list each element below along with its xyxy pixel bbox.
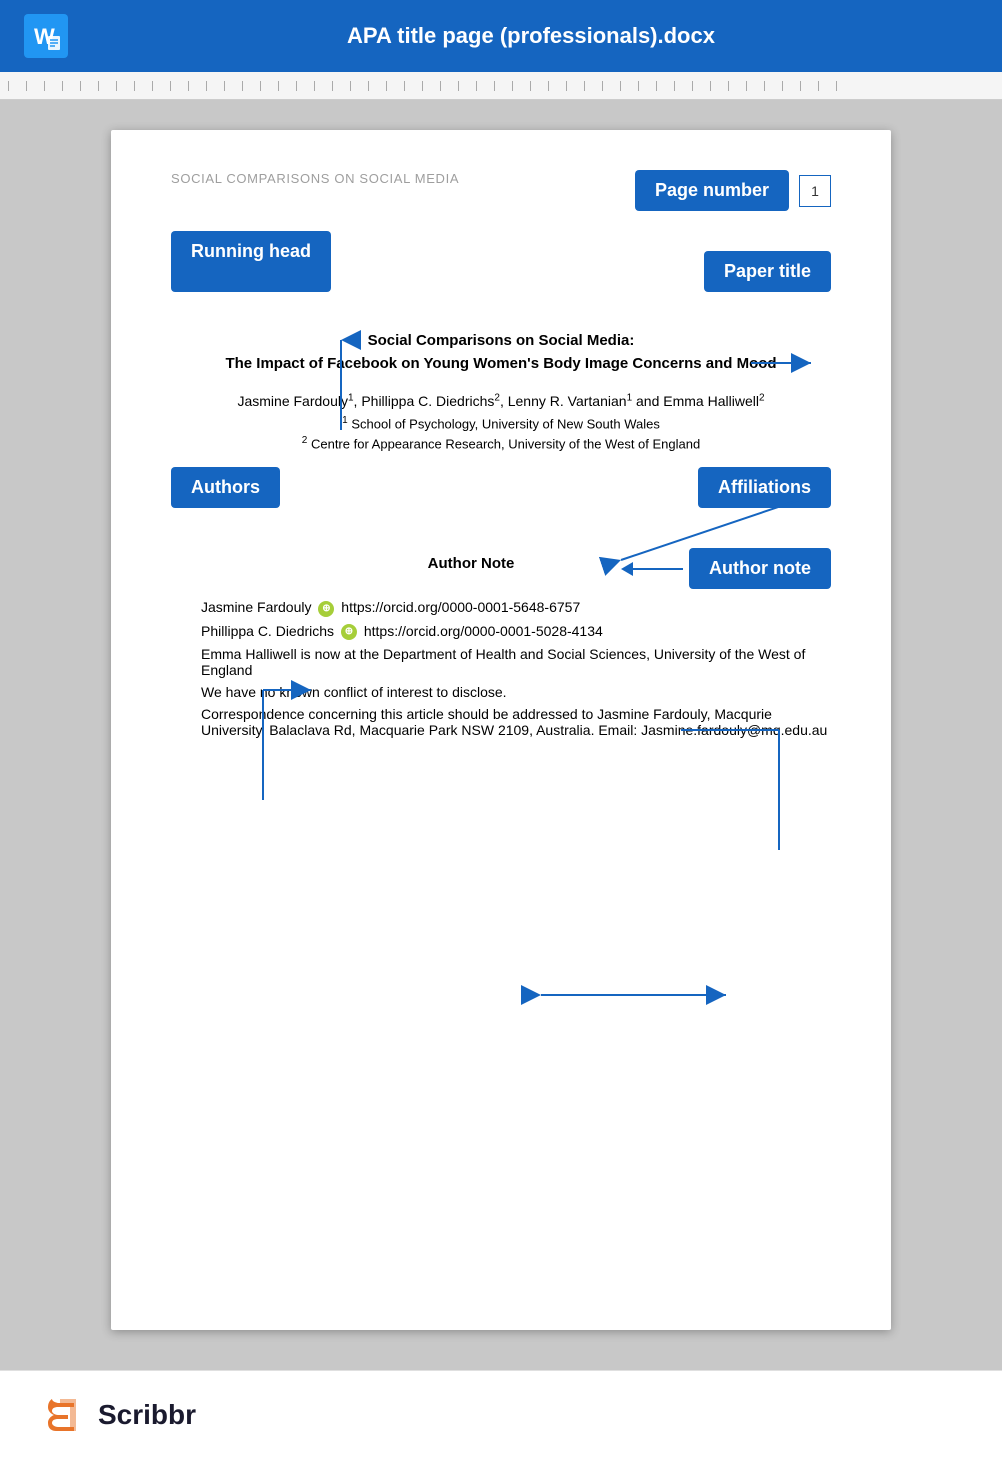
footer: Scribbr bbox=[0, 1370, 1002, 1459]
page-number-area: Page number 1 bbox=[635, 170, 831, 211]
author-note-section-header: Author Note bbox=[321, 555, 621, 572]
running-head-text: SOCIAL COMPARISONS ON SOCIAL MEDIA bbox=[171, 165, 459, 186]
affiliation1-line: 1 School of Psychology, University of Ne… bbox=[171, 415, 831, 431]
scribbr-logo: Scribbr bbox=[40, 1391, 196, 1439]
scribbr-brand-name: Scribbr bbox=[98, 1399, 196, 1431]
annotation-row-authors: Authors Affiliations bbox=[171, 467, 831, 508]
author-note-line2: Phillippa C. Diedrichs ⊕ https://orcid.o… bbox=[171, 623, 831, 640]
arrow-line bbox=[633, 568, 683, 570]
paper-title-sub: The Impact of Facebook on Young Women's … bbox=[171, 355, 831, 372]
word-icon: W bbox=[24, 14, 68, 58]
author-note-line5: Correspondence concerning this article s… bbox=[171, 706, 831, 738]
running-head-label: Running head bbox=[171, 231, 331, 292]
page-number-box: 1 bbox=[799, 175, 831, 207]
author-note-content: Jasmine Fardouly ⊕ https://orcid.org/000… bbox=[171, 599, 831, 738]
author-note-line4: We have no known conflict of interest to… bbox=[171, 684, 831, 700]
affiliation2-line: 2 Centre for Appearance Research, Univer… bbox=[171, 435, 831, 451]
doc-container: SOCIAL COMPARISONS ON SOCIAL MEDIA Page … bbox=[0, 100, 1002, 1370]
authors-label: Authors bbox=[171, 467, 280, 508]
affiliations-label: Affiliations bbox=[698, 467, 831, 508]
author1-note-name: Jasmine Fardouly bbox=[201, 599, 312, 615]
orcid-icon-2: ⊕ bbox=[341, 624, 357, 640]
paper-title-main: Social Comparisons on Social Media: bbox=[171, 332, 831, 349]
author2-note-name: Phillippa C. Diedrichs bbox=[201, 623, 334, 639]
authors-line: Jasmine Fardouly1, Phillippa C. Diedrich… bbox=[171, 392, 831, 409]
author1-note-orcid: https://orcid.org/0000-0001-5648-6757 bbox=[341, 599, 580, 615]
author-note-annot-area: Author note bbox=[621, 548, 831, 589]
document-page: SOCIAL COMPARISONS ON SOCIAL MEDIA Page … bbox=[111, 130, 891, 1330]
author-note-line3: Emma Halliwell is now at the Department … bbox=[171, 646, 831, 678]
orcid-icon-1: ⊕ bbox=[318, 601, 334, 617]
author2-note-orcid: https://orcid.org/0000-0001-5028-4134 bbox=[364, 623, 603, 639]
window-title: APA title page (professionals).docx bbox=[84, 23, 978, 49]
paper-title-label: Paper title bbox=[704, 251, 831, 292]
author-note-line1: Jasmine Fardouly ⊕ https://orcid.org/000… bbox=[171, 599, 831, 616]
running-head-text-area: SOCIAL COMPARISONS ON SOCIAL MEDIA bbox=[171, 170, 459, 188]
ruler bbox=[0, 72, 1002, 100]
author-note-arrow bbox=[621, 562, 683, 576]
author1: Jasmine Fardouly1, Phillippa C. Diedrich… bbox=[237, 393, 764, 409]
author-note-header-row: Author Note Author note bbox=[171, 548, 831, 589]
paper-title-content: Social Comparisons on Social Media: The … bbox=[171, 332, 831, 372]
scribbr-icon bbox=[40, 1391, 88, 1439]
page-number-label: Page number bbox=[635, 170, 789, 211]
arrow-left-tip bbox=[621, 562, 633, 576]
title-bar: W APA title page (professionals).docx bbox=[0, 0, 1002, 72]
author-note-label: Author note bbox=[689, 548, 831, 589]
